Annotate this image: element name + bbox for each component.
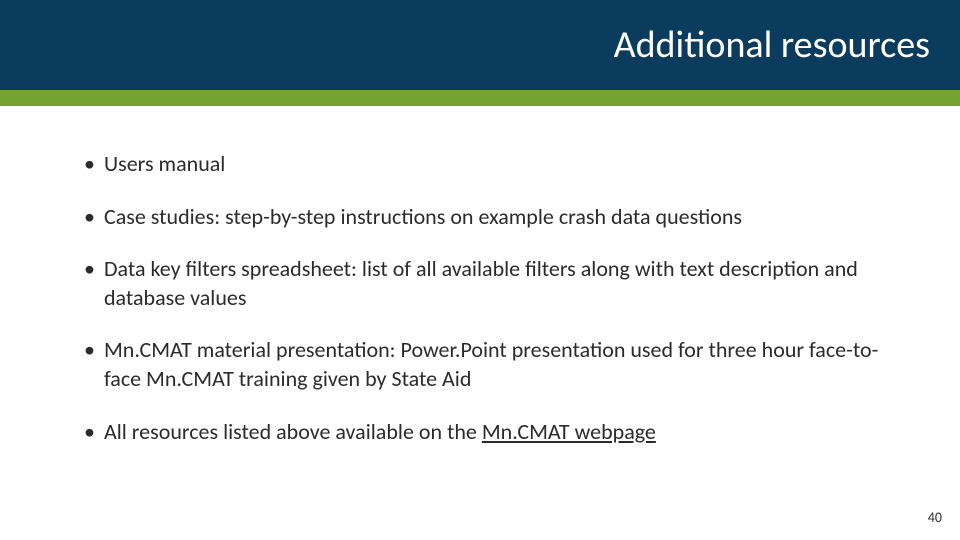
webpage-link[interactable]: Mn.CMAT webpage xyxy=(482,418,656,445)
list-item: Case studies: step-by-step instructions … xyxy=(80,203,880,232)
header-band: Additional resources xyxy=(0,0,960,90)
list-item: All resources listed above available on … xyxy=(80,418,880,447)
page-number: 40 xyxy=(928,509,942,526)
bullet-list: Users manual Case studies: step-by-step … xyxy=(80,150,880,446)
bullet-text: Data key filters spreadsheet: list of al… xyxy=(104,255,858,311)
list-item: Users manual xyxy=(80,150,880,179)
list-item: Mn.CMAT material presentation: Power.Poi… xyxy=(80,336,880,393)
bullet-text: Users manual xyxy=(104,150,225,177)
bullet-text-prefix: All resources listed above available on … xyxy=(104,418,482,445)
list-item: Data key filters spreadsheet: list of al… xyxy=(80,255,880,312)
bullet-text: Case studies: step-by-step instructions … xyxy=(104,203,742,230)
accent-band xyxy=(0,90,960,106)
bullet-text: Mn.CMAT material presentation: Power.Poi… xyxy=(104,336,878,392)
content-area: Users manual Case studies: step-by-step … xyxy=(0,106,960,446)
slide-title: Additional resources xyxy=(614,22,930,68)
slide: Additional resources Users manual Case s… xyxy=(0,0,960,540)
